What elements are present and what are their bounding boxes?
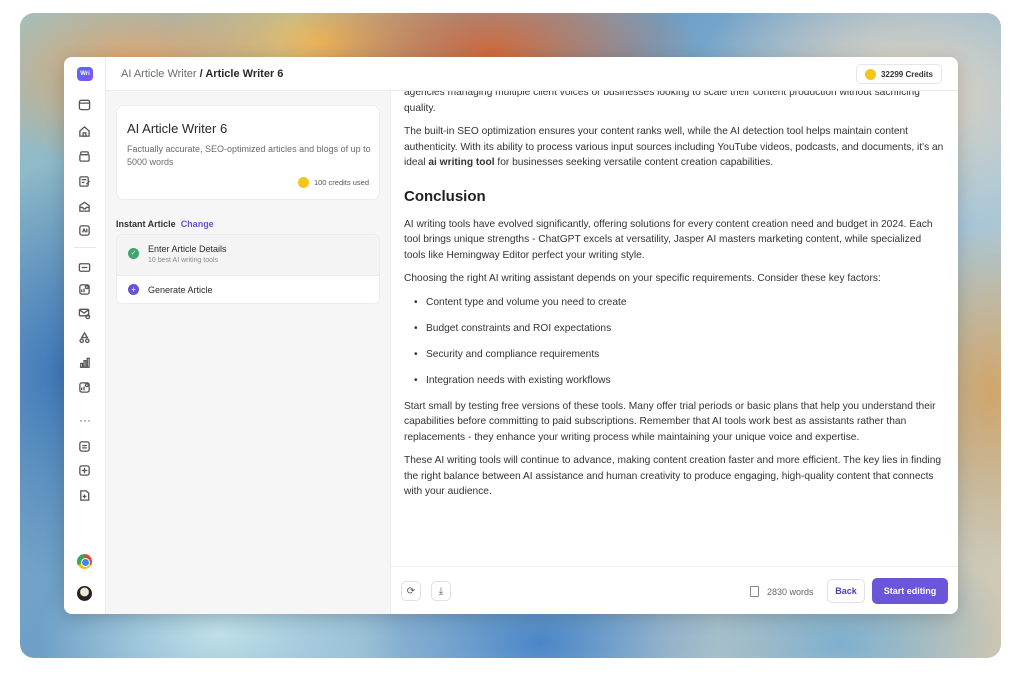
bold-keyword: ai writing tool	[428, 157, 495, 168]
document-icon[interactable]	[77, 488, 91, 502]
start-editing-button[interactable]: Start editing	[872, 578, 948, 604]
mail-search-icon[interactable]	[77, 306, 91, 320]
tool-description: Factually accurate, SEO-optimized articl…	[127, 144, 371, 167]
coin-icon	[297, 177, 309, 188]
tool-title: AI Article Writer 6	[127, 121, 228, 136]
credits-badge[interactable]: 32299 Credits	[855, 64, 942, 84]
action-bar: ⟳ ⤓ 2830 words Back Start editing	[391, 566, 958, 614]
step-enter-details[interactable]: ✓ Enter Article Details 10 best AI writi…	[117, 235, 379, 276]
document-icon	[750, 586, 759, 597]
rss-icon[interactable]	[77, 439, 91, 453]
article-heading: Conclusion	[404, 187, 486, 205]
breadcrumb-parent[interactable]: AI Article Writer	[121, 68, 197, 80]
article-viewer[interactable]: agencies managing multiple client voices…	[391, 91, 958, 566]
step-generate-article[interactable]: + Generate Article	[117, 276, 379, 303]
recycle-icon[interactable]	[77, 330, 91, 344]
change-mode-link[interactable]: Change	[181, 219, 214, 229]
article-paragraph: These AI writing tools will continue to …	[404, 455, 942, 497]
download-button[interactable]: ⤓	[431, 581, 451, 601]
chrome-icon[interactable]	[77, 554, 92, 569]
rail-divider	[74, 247, 96, 248]
plus-icon: +	[128, 284, 139, 295]
inbox-icon[interactable]	[77, 199, 91, 213]
app-window: Wri ··· AI Article Writer / Article Writ…	[64, 57, 958, 614]
text-span: for businesses seeking versatile content…	[494, 157, 774, 168]
list-item: Security and compliance requirements	[414, 347, 944, 363]
step-label: Enter Article Details	[148, 244, 227, 254]
list-item: Integration needs with existing workflow…	[414, 373, 944, 389]
credits-used: 100 credits used	[297, 177, 369, 188]
mode-label: Instant Article	[116, 219, 176, 229]
article-paragraph: Start small by testing free versions of …	[404, 400, 936, 443]
mode-row: Instant Article Change	[116, 219, 214, 229]
download-icon: ⤓	[438, 585, 444, 597]
chart-pie-icon[interactable]	[77, 282, 91, 296]
bar-chart-icon[interactable]	[77, 355, 91, 369]
seo-icon[interactable]	[77, 260, 91, 274]
list-item: Budget constraints and ROI expectations	[414, 321, 944, 337]
breadcrumb-current: Article Writer 6	[205, 68, 284, 80]
calendar-icon[interactable]	[77, 97, 91, 111]
app-logo[interactable]: Wri	[77, 67, 93, 81]
home-icon[interactable]	[77, 124, 91, 138]
credits-label: 32299 Credits	[880, 69, 933, 79]
box-icon[interactable]	[77, 149, 91, 163]
refresh-button[interactable]: ⟳	[401, 581, 421, 601]
check-icon: ✓	[128, 248, 139, 259]
breadcrumb: AI Article Writer / Article Writer 6	[121, 68, 283, 80]
config-panel: AI Article Writer 6 Factually accurate, …	[106, 91, 391, 614]
top-header: AI Article Writer / Article Writer 6 322…	[106, 57, 958, 91]
refresh-icon: ⟳	[406, 585, 416, 597]
steps-list: ✓ Enter Article Details 10 best AI writi…	[116, 234, 380, 304]
step-sublabel: 10 best AI writing tools	[148, 257, 219, 264]
tool-card: AI Article Writer 6 Factually accurate, …	[116, 105, 380, 200]
ai-icon[interactable]	[77, 223, 91, 237]
article-paragraph: Choosing the right AI writing assistant …	[404, 273, 881, 284]
article-paragraph: AI writing tools have evolved significan…	[404, 218, 933, 261]
icon-rail: Wri ···	[64, 57, 106, 614]
factors-list: Content type and volume you need to crea…	[404, 295, 944, 389]
article-body: agencies managing multiple client voices…	[404, 91, 944, 508]
word-count: 2830 words	[750, 586, 814, 597]
credits-used-label: 100 credits used	[313, 178, 369, 187]
step-label: Generate Article	[148, 285, 213, 295]
article-paragraph: The built-in SEO optimization ensures yo…	[404, 124, 944, 171]
article-paragraph: agencies managing multiple client voices…	[404, 91, 920, 114]
back-button[interactable]: Back	[827, 579, 865, 603]
avatar[interactable]	[77, 586, 92, 601]
coin-icon	[864, 68, 876, 80]
edit-icon[interactable]	[77, 174, 91, 188]
list-item: Content type and volume you need to crea…	[414, 295, 944, 311]
more-icon[interactable]: ···	[76, 414, 94, 426]
grid-icon[interactable]	[77, 463, 91, 477]
ai-chip-icon[interactable]	[77, 380, 91, 394]
word-count-label: 2830 words	[767, 586, 814, 597]
